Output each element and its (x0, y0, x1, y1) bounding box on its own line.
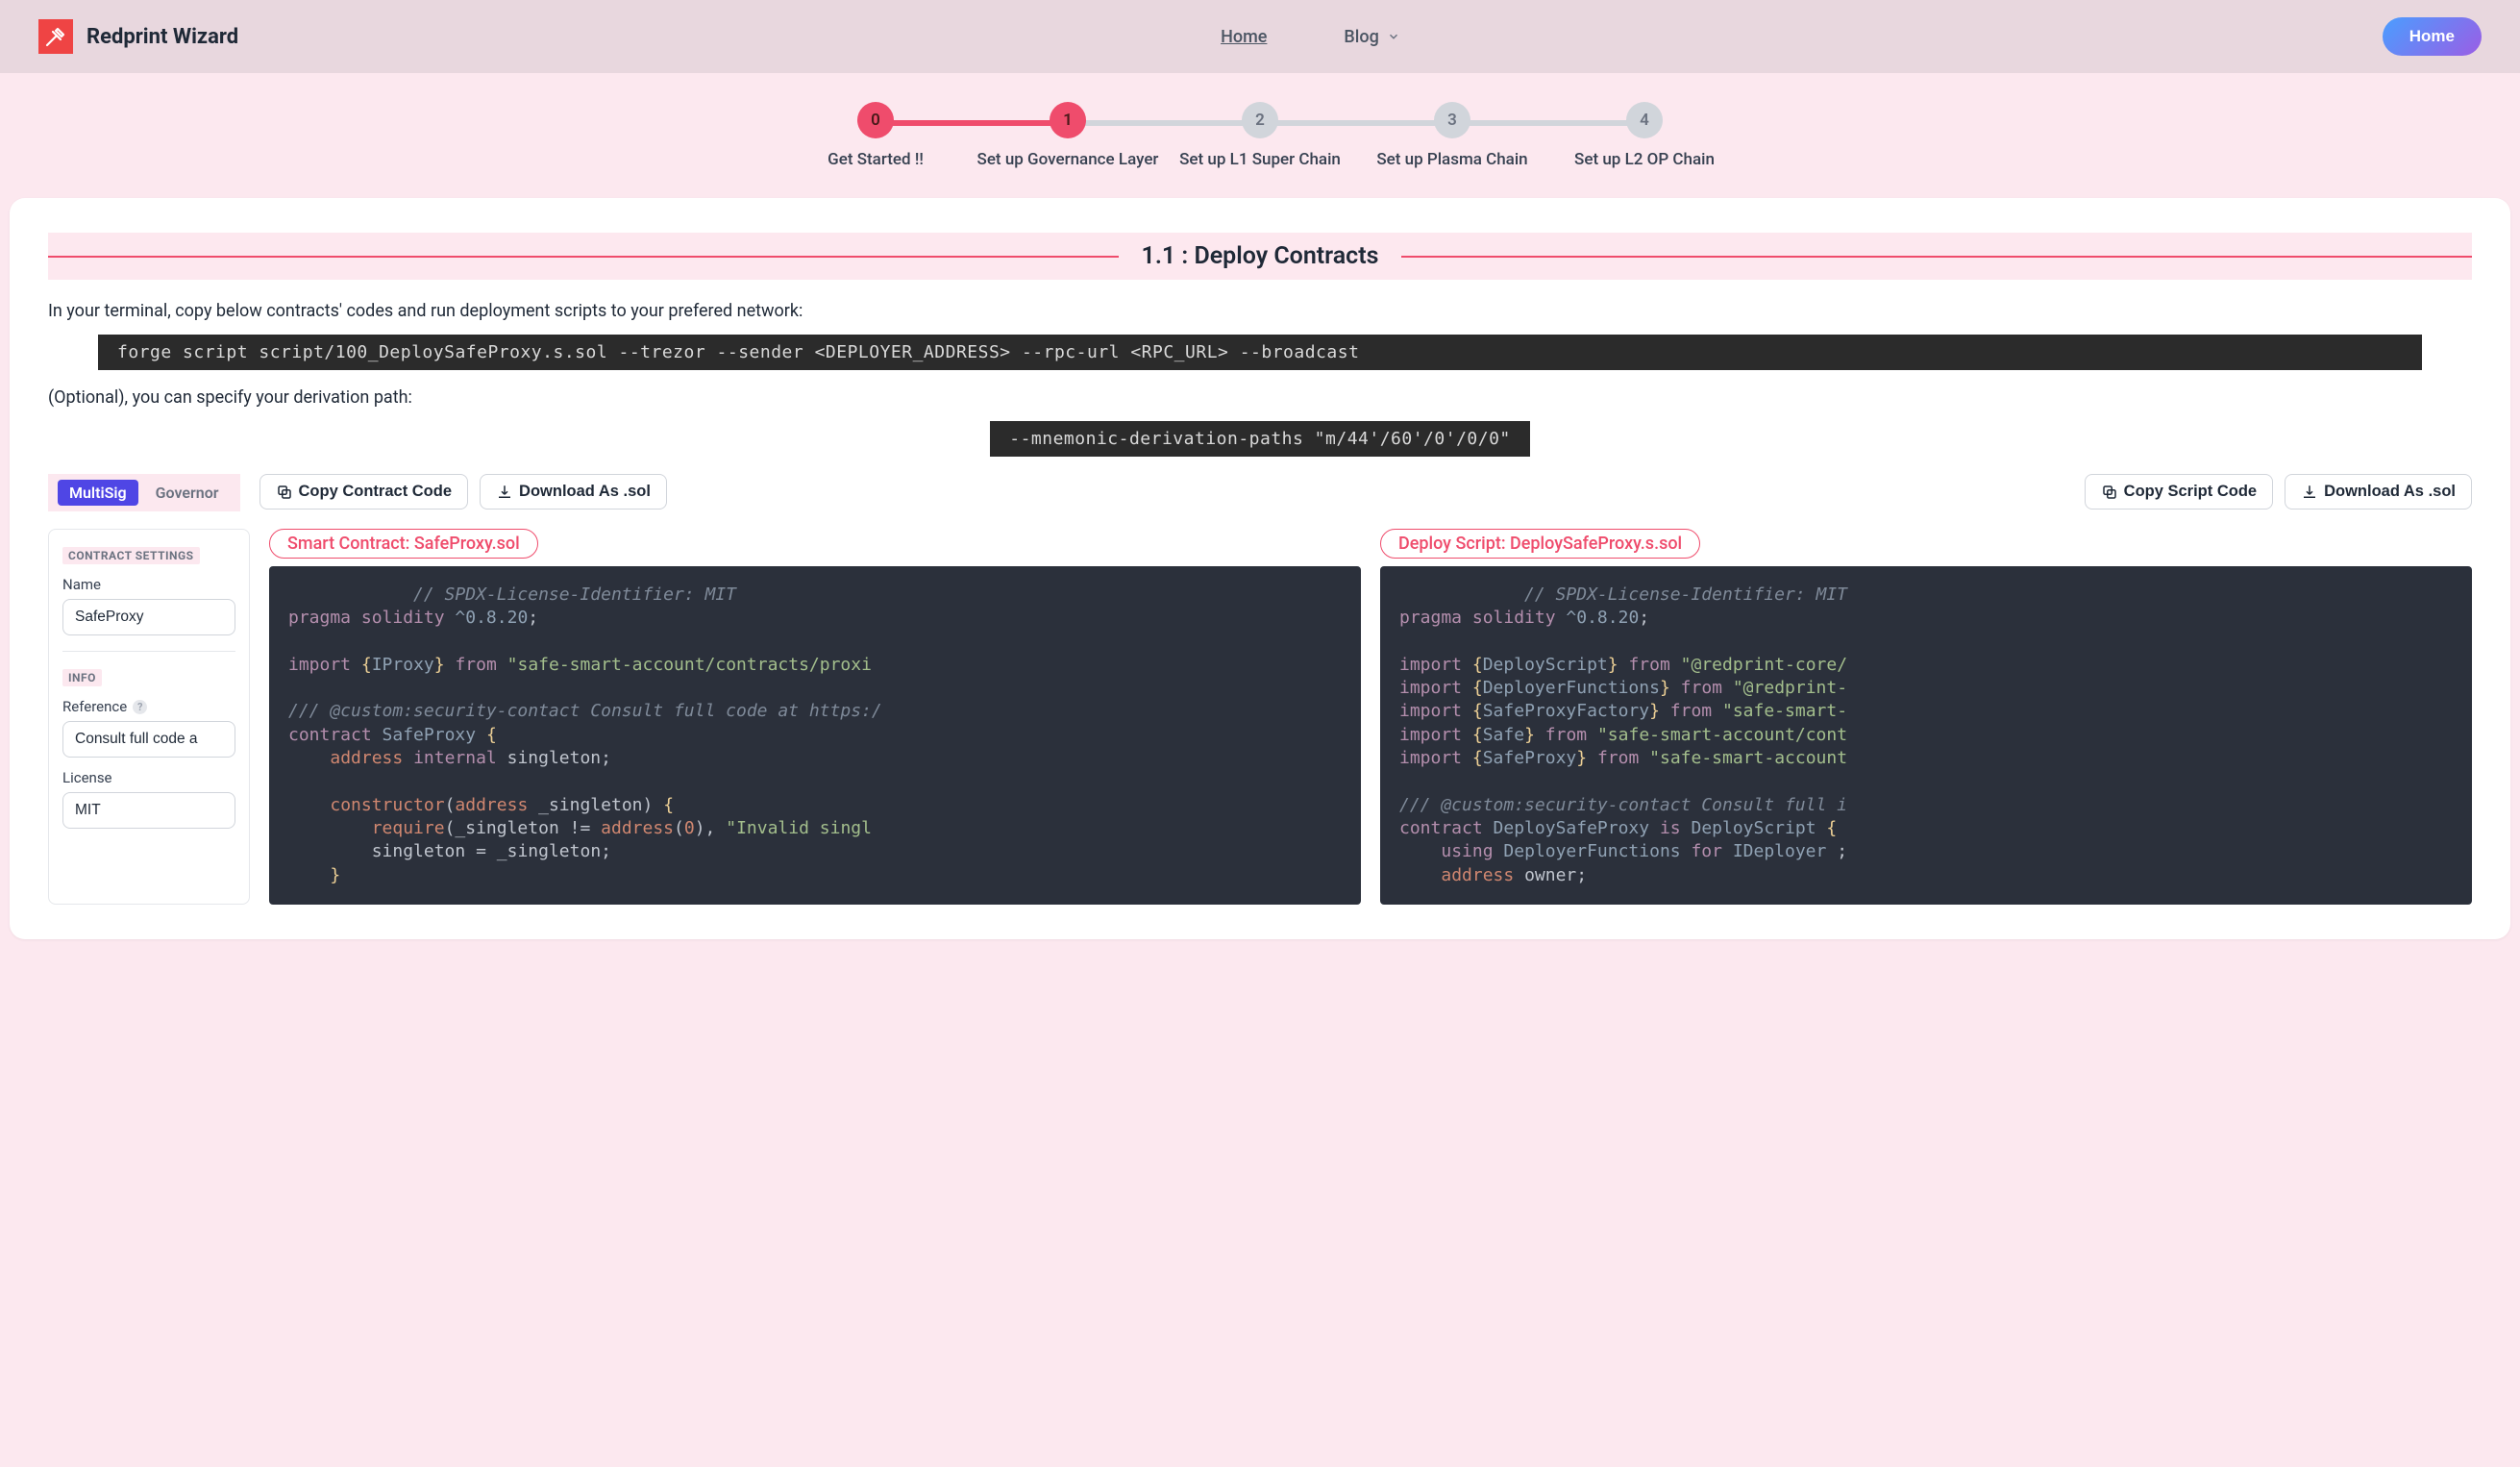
brand-name: Redprint Wizard (86, 25, 238, 49)
step-line (876, 120, 1068, 126)
step-circle: 4 (1626, 102, 1663, 138)
step-line (1068, 120, 1260, 126)
reference-label: Reference ? (62, 698, 235, 715)
contract-code-column: Smart Contract: SafeProxy.sol // SPDX-Li… (269, 529, 1361, 905)
section-title-bar: 1.1 : Deploy Contracts (48, 233, 2472, 280)
nav-home-link[interactable]: Home (1221, 27, 1267, 47)
settings-panel: CONTRACT SETTINGS Name INFO Reference ? … (48, 529, 250, 905)
home-button[interactable]: Home (2383, 17, 2482, 56)
nav-blog-label: Blog (1344, 27, 1378, 47)
topbar: Redprint Wizard Home Blog Home (0, 0, 2520, 73)
intro-paragraph-1: In your terminal, copy below contracts' … (48, 301, 2472, 321)
title-line-right (1401, 256, 2472, 258)
tab-multisig[interactable]: MultiSig (58, 480, 138, 506)
step-circle: 1 (1050, 102, 1086, 138)
step-3[interactable]: 3 Set up Plasma Chain (1356, 102, 1548, 169)
stepper: 0 Get Started !! 1 Set up Governance Layer 2… (0, 73, 2520, 188)
divider (62, 651, 235, 652)
step-label: Get Started !! (828, 150, 924, 169)
copy-script-button[interactable]: Copy Script Code (2085, 474, 2273, 510)
copy-icon (276, 484, 293, 501)
tabs: MultiSig Governor (48, 474, 240, 511)
script-code[interactable]: // SPDX-License-Identifier: MIT pragma s… (1380, 566, 2472, 905)
contract-code[interactable]: // SPDX-License-Identifier: MIT pragma s… (269, 566, 1361, 905)
step-2[interactable]: 2 Set up L1 Super Chain (1164, 102, 1356, 169)
terminal-command-1[interactable]: forge script script/100_DeploySafeProxy.… (98, 335, 2422, 370)
brand: Redprint Wizard (38, 19, 238, 54)
step-line (1260, 120, 1452, 126)
script-code-column: Deploy Script: DeploySafeProxy.s.sol // … (1380, 529, 2472, 905)
settings-header-info: INFO (62, 669, 102, 686)
section-title: 1.1 : Deploy Contracts (1142, 242, 1379, 270)
contract-badge: Smart Contract: SafeProxy.sol (269, 529, 538, 559)
tools-row: MultiSig Governor Copy Contract Code Dow… (48, 474, 2472, 511)
name-label: Name (62, 576, 235, 593)
step-label: Set up L1 Super Chain (1179, 150, 1341, 169)
terminal-command-2[interactable]: --mnemonic-derivation-paths "m/44'/60'/0… (990, 421, 1530, 457)
chevron-down-icon (1387, 30, 1400, 43)
panels: CONTRACT SETTINGS Name INFO Reference ? … (48, 529, 2472, 905)
brand-logo-icon (38, 19, 73, 54)
download-contract-label: Download As .sol (519, 483, 651, 501)
copy-contract-label: Copy Contract Code (299, 483, 453, 501)
nav-blog-dropdown[interactable]: Blog (1344, 27, 1399, 47)
copy-script-label: Copy Script Code (2124, 483, 2257, 501)
title-line-left (48, 256, 1119, 258)
intro-paragraph-2: (Optional), you can specify your derivat… (48, 387, 2472, 408)
step-circle: 2 (1242, 102, 1278, 138)
step-0[interactable]: 0 Get Started !! (779, 102, 972, 169)
download-icon (2301, 484, 2318, 501)
step-label: Set up L2 OP Chain (1574, 150, 1715, 169)
download-icon (496, 484, 513, 501)
copy-icon (2101, 484, 2118, 501)
download-script-button[interactable]: Download As .sol (2285, 474, 2472, 510)
license-label: License (62, 769, 235, 786)
reference-input[interactable] (62, 721, 235, 758)
download-contract-button[interactable]: Download As .sol (480, 474, 667, 510)
step-line (1452, 120, 1644, 126)
settings-header-contract: CONTRACT SETTINGS (62, 547, 200, 564)
tab-governor[interactable]: Governor (144, 480, 231, 506)
step-4[interactable]: 4 Set up L2 OP Chain (1548, 102, 1741, 169)
step-circle: 3 (1434, 102, 1470, 138)
step-1[interactable]: 1 Set up Governance Layer (972, 102, 1164, 169)
step-label: Set up Plasma Chain (1376, 150, 1527, 169)
script-badge: Deploy Script: DeploySafeProxy.s.sol (1380, 529, 1700, 559)
top-nav: Home Blog (1221, 27, 1400, 47)
step-circle: 0 (857, 102, 894, 138)
help-icon[interactable]: ? (133, 700, 147, 714)
copy-contract-button[interactable]: Copy Contract Code (259, 474, 469, 510)
main-card: 1.1 : Deploy Contracts In your terminal,… (10, 198, 2510, 939)
step-label: Set up Governance Layer (977, 150, 1159, 169)
download-script-label: Download As .sol (2324, 483, 2456, 501)
license-input[interactable] (62, 792, 235, 829)
name-input[interactable] (62, 599, 235, 635)
